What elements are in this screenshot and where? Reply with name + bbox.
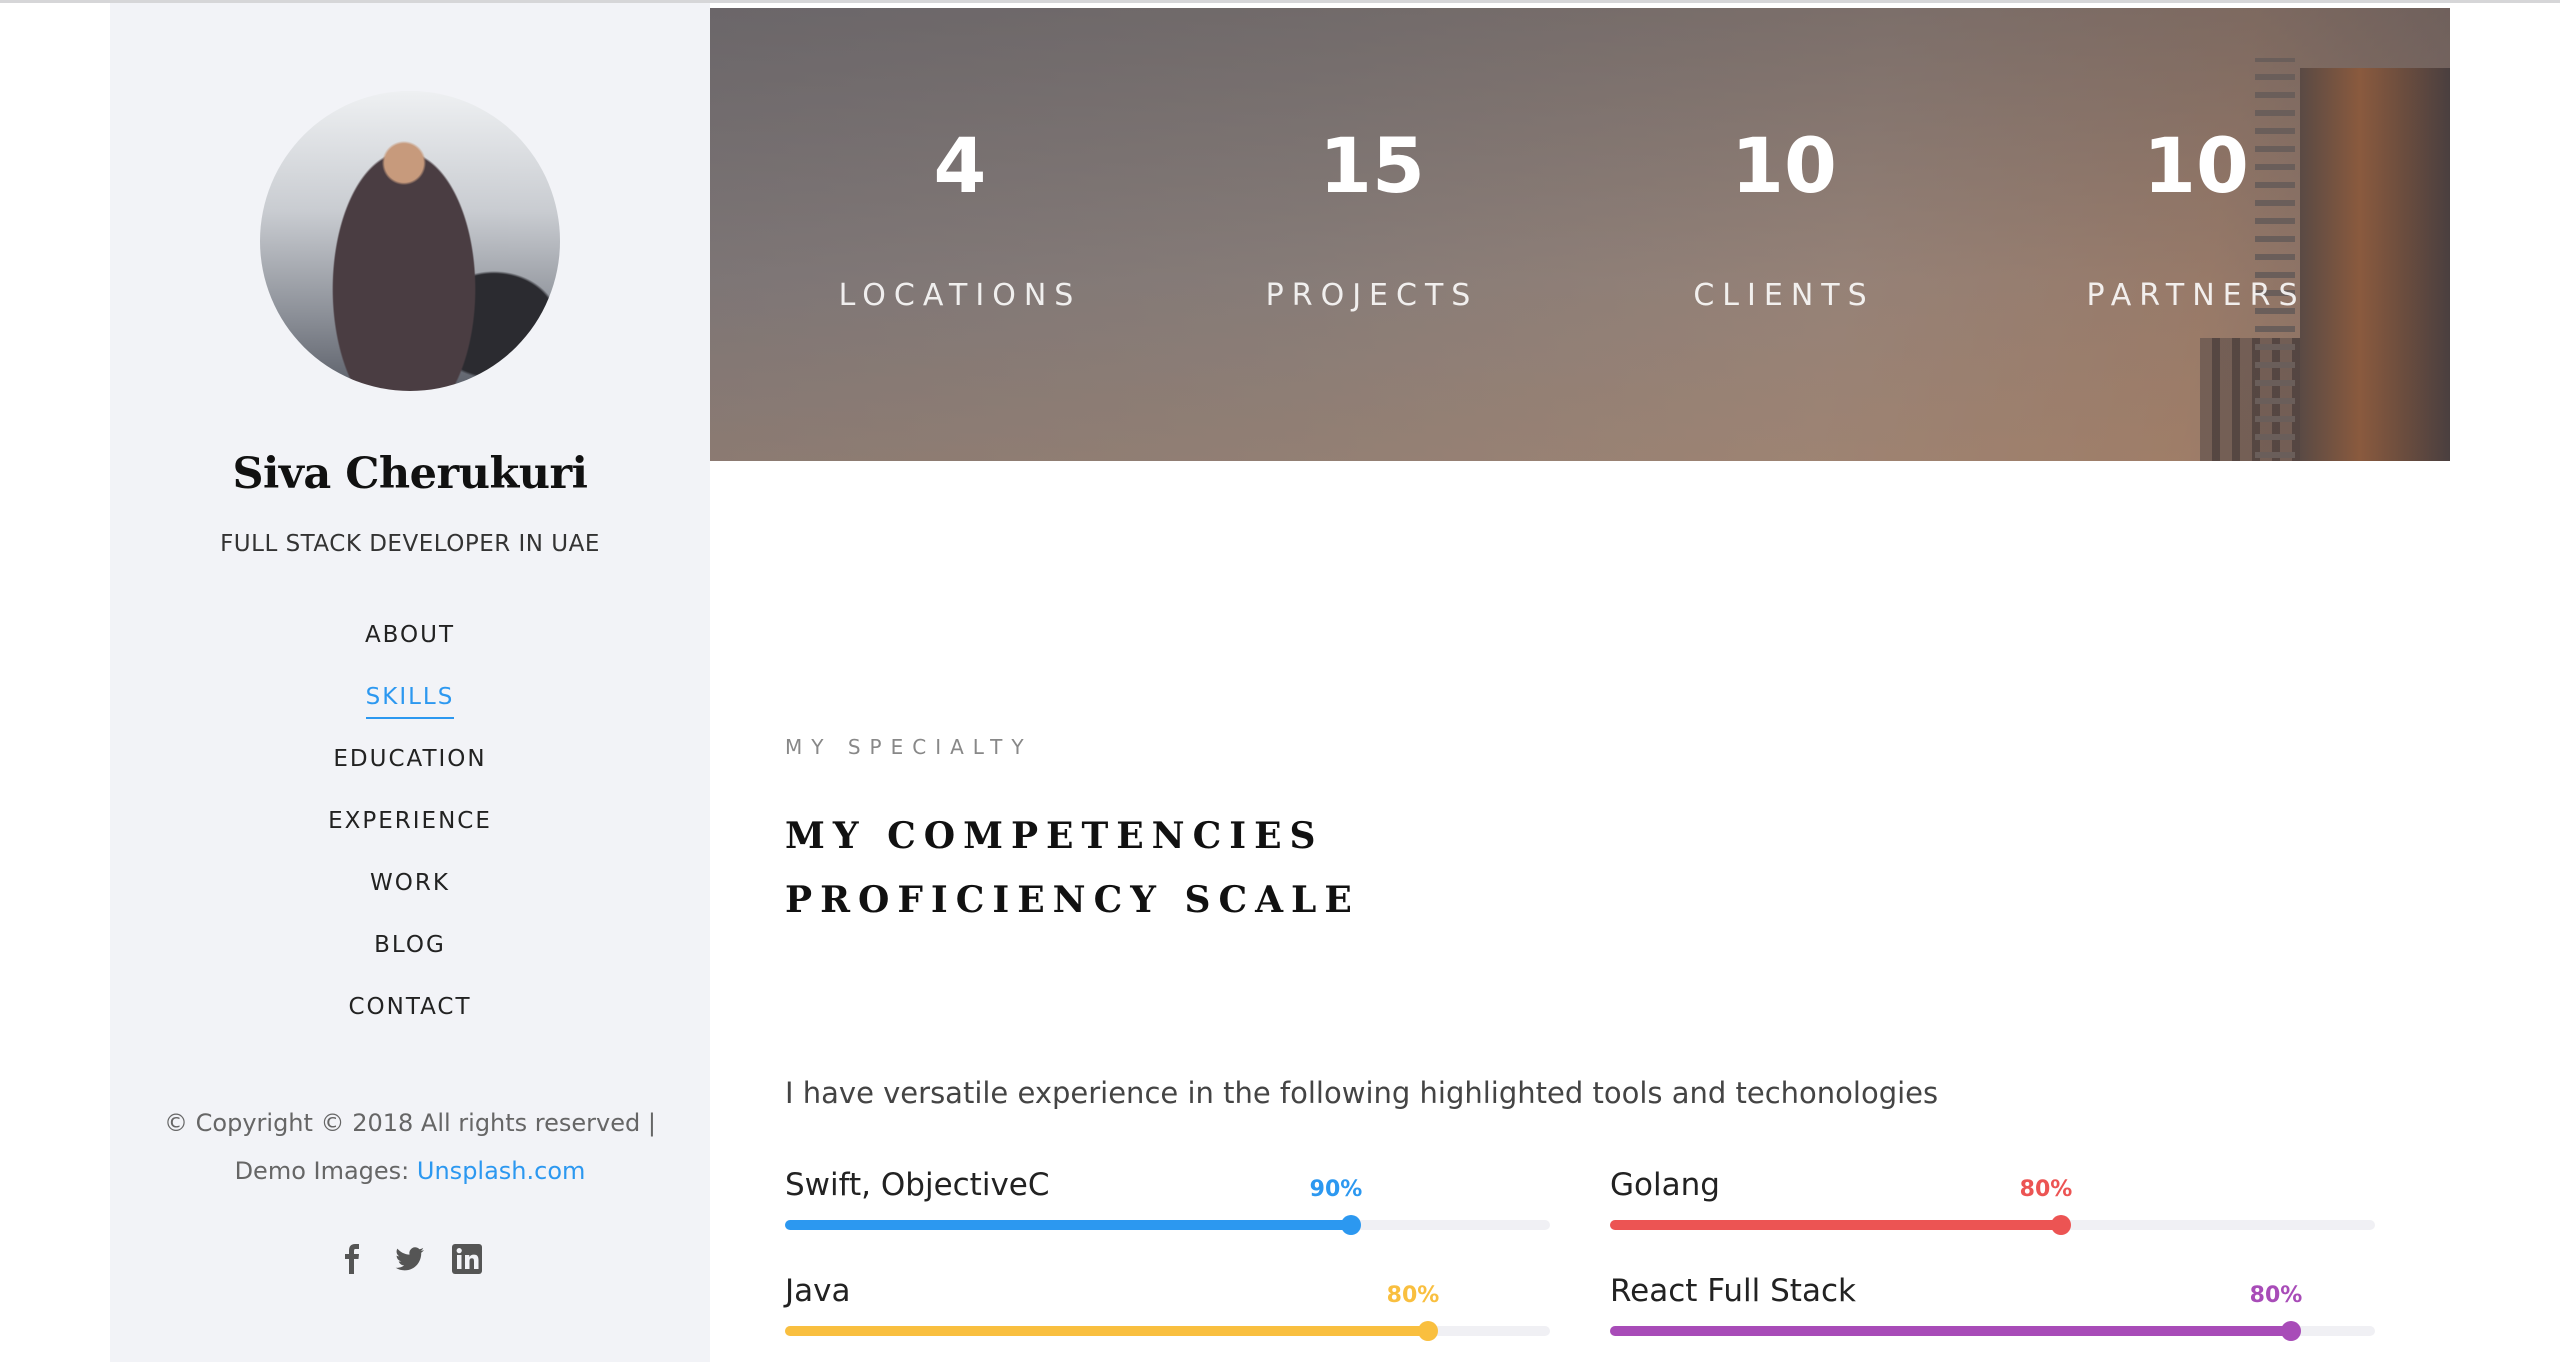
stat-number: 15: [1319, 121, 1425, 210]
stat-label: PROJECTS: [1265, 278, 1479, 313]
twitter-icon[interactable]: [392, 1241, 428, 1277]
skill-name: Java: [785, 1273, 851, 1309]
skills-intro: I have versatile experience in the follo…: [785, 1076, 1939, 1110]
heading-line-2: PROFICIENCY SCALE: [785, 879, 1360, 921]
linkedin-icon[interactable]: [449, 1241, 485, 1277]
skill-fill: [1610, 1220, 2061, 1230]
stat-label: LOCATIONS: [838, 278, 1082, 313]
skill-react-full-stack: React Full Stack 80%: [1610, 1273, 2375, 1341]
heading-line-1: MY COMPETENCIES: [785, 815, 1324, 857]
nav-item-skills[interactable]: SKILLS: [110, 679, 710, 741]
avatar: [260, 91, 560, 391]
nav-item-work[interactable]: WORK: [110, 865, 710, 927]
skill-fill: [785, 1326, 1428, 1336]
social-links: [110, 1241, 710, 1277]
sidebar: Siva Cherukuri FULL STACK DEVELOPER IN U…: [110, 3, 710, 1362]
skill-percent: 80%: [1386, 1283, 1440, 1308]
skill-knob: [1341, 1215, 1361, 1235]
skill-fill: [785, 1220, 1351, 1230]
skill-name: React Full Stack: [1610, 1273, 1856, 1309]
demo-images-line: Demo Images: Unsplash.com: [150, 1147, 670, 1195]
stat-number: 10: [1731, 121, 1837, 210]
skill-fill: [1610, 1326, 2291, 1336]
facebook-icon[interactable]: [335, 1241, 371, 1277]
stat-label: PARTNERS: [2086, 278, 2306, 313]
skill-swift: Swift, ObjectiveC 90%: [785, 1167, 1550, 1235]
stat-number: 4: [933, 121, 987, 210]
copyright-text: © Copyright © 2018 All rights reserved |: [164, 1109, 656, 1137]
skill-java: Java 80%: [785, 1273, 1550, 1341]
nav-item-contact[interactable]: CONTACT: [110, 989, 710, 1051]
demo-images-label: Demo Images:: [234, 1157, 417, 1185]
hero-background-crane: [2255, 58, 2295, 458]
section-eyebrow: MY SPECIALTY: [785, 735, 1033, 759]
stats-hero: 4 LOCATIONS 15 PROJECTS 10 CLIENTS 10 PA…: [710, 8, 2450, 461]
profile-name: Siva Cherukuri: [232, 449, 588, 499]
nav-item-about[interactable]: ABOUT: [110, 617, 710, 679]
skill-name: Golang: [1610, 1167, 1720, 1203]
skill-knob: [2281, 1321, 2301, 1341]
skill-percent: 80%: [2019, 1177, 2073, 1202]
skill-name: Swift, ObjectiveC: [785, 1167, 1050, 1203]
skill-percent: 80%: [2249, 1283, 2303, 1308]
skill-golang: Golang 80%: [1610, 1167, 2375, 1235]
main-nav: ABOUT SKILLS EDUCATION EXPERIENCE WORK B…: [110, 617, 710, 1051]
hero-background-building: [2300, 68, 2450, 461]
skill-percent: 90%: [1309, 1177, 1363, 1202]
nav-item-blog[interactable]: BLOG: [110, 927, 710, 989]
nav-item-experience[interactable]: EXPERIENCE: [110, 803, 710, 865]
skill-knob: [2051, 1215, 2071, 1235]
stat-label: CLIENTS: [1693, 278, 1875, 313]
copyright: © Copyright © 2018 All rights reserved |…: [150, 1099, 670, 1195]
section-heading: MY COMPETENCIES PROFICIENCY SCALE: [785, 804, 1360, 932]
profile-title: FULL STACK DEVELOPER IN UAE: [220, 531, 600, 557]
unsplash-link[interactable]: Unsplash.com: [417, 1157, 586, 1185]
nav-item-education[interactable]: EDUCATION: [110, 741, 710, 803]
skill-knob: [1418, 1321, 1438, 1341]
stat-number: 10: [2143, 121, 2249, 210]
